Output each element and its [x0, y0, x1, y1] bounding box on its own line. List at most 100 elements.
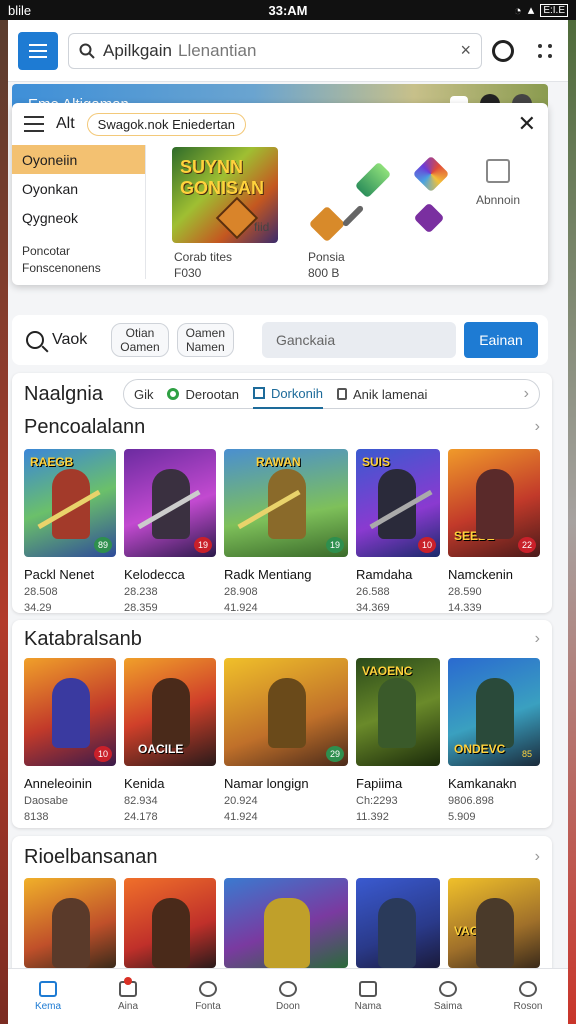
- search-bar[interactable]: Apilkgain Llenantian ×: [68, 32, 482, 69]
- list-icon[interactable]: [24, 116, 44, 132]
- status-bar: blile 33:AM ◔ ▴ E:I.E: [0, 0, 576, 20]
- game-thumbnail[interactable]: RAWAN 19: [224, 449, 348, 557]
- wifi-icon: ◔: [513, 2, 522, 18]
- game-card[interactable]: OACILE Kenida 82.934 24.178: [124, 658, 216, 823]
- game-thumbnail[interactable]: VAOENC: [356, 658, 440, 766]
- dropdown-items: SUYNN GONISAN fiid Corab tites F030 Pons…: [146, 145, 548, 280]
- rune-icon[interactable]: [413, 202, 445, 234]
- clear-search-icon[interactable]: ×: [460, 40, 471, 61]
- game-card[interactable]: RAEGB 89 Packl Nenet 28.508 34.29: [24, 449, 116, 614]
- filter-row: Vaok Otian Oamen Oamen Namen Ganckaia Eain…: [12, 315, 548, 365]
- nav-aina[interactable]: Aina: [88, 969, 168, 1024]
- filter-input[interactable]: Ganckaia: [262, 322, 456, 358]
- search-icon[interactable]: [26, 331, 44, 349]
- game-thumbnail[interactable]: ONDEVC 85: [448, 658, 540, 766]
- filter-label: Vaok: [52, 331, 88, 348]
- dropdown-search-field[interactable]: Swagok.nok Eniedertan: [86, 112, 246, 136]
- frame-icon: [485, 159, 510, 183]
- shield-icon: [215, 196, 259, 240]
- game-thumbnail[interactable]: [224, 878, 348, 968]
- nav-doon[interactable]: Doon: [248, 969, 328, 1024]
- game-card[interactable]: SUIS 10 Ramdaha 26.588 34.369: [356, 449, 440, 614]
- top-bar: Apilkgain Llenantian ×: [8, 20, 568, 82]
- clock: 33:AM: [268, 2, 308, 18]
- sword-icon[interactable]: [341, 204, 365, 228]
- game-card[interactable]: ONDEVC 85 Kamkanakn 9806.898 5.909: [448, 658, 540, 823]
- item-meta-line: 800 B: [308, 266, 340, 280]
- search-input[interactable]: Apilkgain: [103, 41, 172, 60]
- more-options-icon[interactable]: [538, 43, 552, 58]
- game-thumbnail[interactable]: 10: [24, 658, 116, 766]
- game-card[interactable]: VAOHC: [448, 878, 540, 968]
- game-thumbnail[interactable]: SUIS 10: [356, 449, 440, 557]
- game-thumbnail[interactable]: OACILE: [124, 658, 216, 766]
- home-icon: [39, 981, 57, 997]
- bookmark-icon: [336, 388, 347, 400]
- chevron-right-icon[interactable]: ›: [535, 418, 540, 436]
- chevron-right-icon[interactable]: ›: [535, 848, 540, 866]
- category-item[interactable]: Qygneok: [12, 203, 145, 232]
- game-title: Anneleoinin: [24, 776, 92, 791]
- game-card[interactable]: 19 Kelodecca 28.238 28.359: [124, 449, 216, 614]
- game-thumbnail[interactable]: SEEBE 22: [448, 449, 540, 557]
- game-stat: 41.924: [224, 811, 258, 823]
- game-thumbnail[interactable]: [24, 878, 116, 968]
- game-thumbnail[interactable]: 19: [124, 449, 216, 557]
- featured-rating: fiid: [254, 220, 270, 234]
- nav-saima[interactable]: Saima: [408, 969, 488, 1024]
- nav-search[interactable]: Fonta: [168, 969, 248, 1024]
- category-item[interactable]: Poncotar: [12, 242, 145, 259]
- game-thumbnail[interactable]: [124, 878, 216, 968]
- category-item[interactable]: Fonscenonens: [12, 259, 145, 276]
- category-list: Oyoneiin Oyonkan Qygneok Poncotar Fonsce…: [12, 145, 146, 279]
- gem-icon[interactable]: [412, 155, 450, 193]
- app-window: ApilkgainLlenantian × Eme Altigaman Alt …: [8, 20, 568, 1024]
- game-card[interactable]: VAOENC Fapiima Ch:2293 11.392: [356, 658, 440, 823]
- category-item[interactable]: Oyoneiin: [12, 145, 145, 174]
- game-card[interactable]: [356, 878, 440, 968]
- chevron-right-icon[interactable]: ›: [524, 385, 529, 403]
- close-icon[interactable]: ✕: [518, 113, 536, 135]
- refresh-icon[interactable]: [492, 39, 514, 62]
- game-stat: 28.908: [224, 586, 258, 598]
- category-item[interactable]: Oyonkan: [12, 174, 145, 203]
- tab-anik[interactable]: Anik lamenai: [336, 387, 427, 402]
- game-thumbnail[interactable]: VAOHC: [448, 878, 540, 968]
- game-title: Ramdaha: [356, 567, 413, 582]
- section-subtitle: Pencoalalann: [24, 415, 146, 438]
- nav-nama[interactable]: Nama: [328, 969, 408, 1024]
- extra-item[interactable]: Abnnoin: [476, 159, 520, 207]
- game-card[interactable]: [224, 878, 348, 968]
- game-stat: 9806.898: [448, 795, 494, 807]
- tab-dorkonih[interactable]: Dorkonih: [252, 379, 323, 409]
- filter-submit-button[interactable]: Eainan: [464, 322, 538, 358]
- game-stat: 14.339: [448, 602, 482, 614]
- helmet-icon[interactable]: [308, 205, 346, 243]
- game-card[interactable]: [124, 878, 216, 968]
- game-card[interactable]: SEEBE 22 Namckenin 28.590 14.339: [448, 449, 540, 614]
- chevron-right-icon[interactable]: ›: [535, 630, 540, 648]
- game-card[interactable]: 10 Anneleoinin Daosabe 8138: [24, 658, 116, 823]
- dropdown-all-label[interactable]: Alt: [56, 115, 75, 133]
- document-icon: [252, 387, 265, 399]
- filter-chip[interactable]: Oamen Namen: [176, 323, 234, 357]
- game-card[interactable]: 29 Namar longign 20.924 41.924: [224, 658, 348, 823]
- user-icon: [519, 981, 537, 997]
- game-stat: 26.588: [356, 586, 390, 598]
- game-thumbnail[interactable]: [356, 878, 440, 968]
- card-row: VAOHC: [12, 878, 552, 968]
- game-card[interactable]: [24, 878, 116, 968]
- extra-item-label: Abnnoin: [475, 193, 520, 207]
- game-card[interactable]: RAWAN 19 Radk Mentiang 28.908 41.924: [224, 449, 348, 614]
- crystal-icon[interactable]: [354, 161, 392, 199]
- search-icon: [199, 981, 217, 997]
- menu-button[interactable]: [18, 31, 58, 70]
- nav-profile[interactable]: Roson: [488, 969, 568, 1024]
- filter-chip[interactable]: Otian Oamen: [111, 323, 169, 357]
- game-thumbnail[interactable]: 29: [224, 658, 348, 766]
- nav-home[interactable]: Kema: [8, 969, 88, 1024]
- game-stat: Ch:2293: [356, 795, 398, 807]
- game-thumbnail[interactable]: RAEGB 89: [24, 449, 116, 557]
- tab-gik[interactable]: Gik: [134, 387, 154, 402]
- tab-derootan[interactable]: Derootan: [167, 387, 239, 402]
